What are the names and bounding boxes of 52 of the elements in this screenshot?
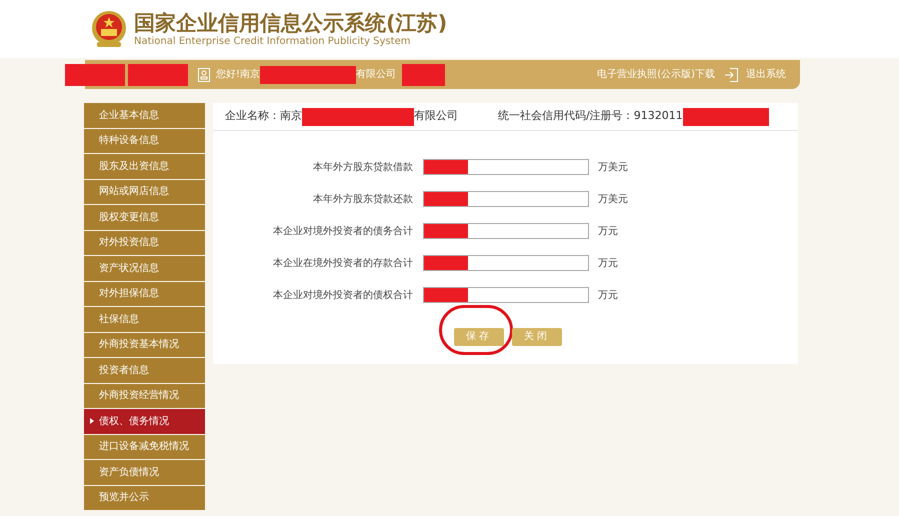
redaction-block bbox=[65, 64, 125, 86]
sidebar-item[interactable]: 社保信息 bbox=[84, 307, 205, 332]
redaction-block bbox=[424, 160, 468, 174]
sidebar-item[interactable]: 网站或网店信息 bbox=[84, 180, 205, 204]
redaction-block bbox=[424, 288, 468, 302]
sidebar-item[interactable]: 企业基本信息 bbox=[84, 103, 205, 128]
sidebar-item[interactable]: 股东及出资信息 bbox=[84, 154, 205, 178]
field-label: 本企业在境外投资者的存款合计 bbox=[272, 256, 414, 270]
unit-label: 万元 bbox=[598, 256, 618, 270]
unit-label: 万元 bbox=[598, 224, 618, 238]
redaction-block bbox=[128, 64, 188, 86]
input-field[interactable] bbox=[423, 191, 589, 207]
company-name: 企业名称：南京 bbox=[225, 108, 302, 124]
emblem-icon bbox=[90, 9, 128, 49]
unit-label: 万元 bbox=[598, 288, 618, 302]
logout-link[interactable]: 退出系统 bbox=[746, 67, 786, 82]
sidebar-item[interactable]: 债权、债务情况 bbox=[84, 409, 205, 434]
company-name: 有限公司 bbox=[414, 108, 458, 124]
redaction-block bbox=[424, 192, 468, 206]
sidebar-item[interactable]: 外商投资经营情况 bbox=[84, 384, 205, 408]
credit-code: 统一社会信用代码/注册号：9132011 bbox=[498, 108, 683, 124]
sidebar-item[interactable]: 进口设备减免税情况 bbox=[84, 434, 205, 459]
field-label: 本企业对境外投资者的债权合计 bbox=[272, 288, 414, 302]
redaction-block bbox=[424, 256, 468, 270]
sidebar-item[interactable]: 对外投资信息 bbox=[84, 230, 205, 255]
input-field[interactable] bbox=[423, 223, 589, 239]
sidebar-item[interactable]: 预览并公示 bbox=[84, 486, 205, 510]
input-field[interactable] bbox=[423, 287, 589, 303]
sidebar-item[interactable]: 资产负债情况 bbox=[84, 460, 205, 484]
field-label: 本企业对境外投资者的债务合计 bbox=[272, 224, 414, 238]
input-field[interactable] bbox=[423, 159, 589, 175]
greeting-text: 有限公司 bbox=[356, 68, 396, 82]
sidebar-item[interactable]: 外商投资基本情况 bbox=[84, 332, 205, 357]
sidebar-item[interactable]: 投资者信息 bbox=[84, 358, 205, 382]
field-label: 本年外方股东贷款还款 bbox=[312, 192, 414, 206]
site-title: 国家企业信用信息公示系统(江苏) bbox=[134, 10, 448, 36]
sidebar-item[interactable]: 资产状况信息 bbox=[84, 256, 205, 280]
sidebar-item[interactable]: 特种设备信息 bbox=[84, 128, 205, 153]
sidebar-item[interactable]: 对外担保信息 bbox=[84, 282, 205, 306]
input-field[interactable] bbox=[423, 255, 589, 271]
redaction-block bbox=[402, 64, 446, 86]
greeting-text: 您好!南京 bbox=[216, 68, 260, 82]
unit-label: 万美元 bbox=[598, 192, 628, 206]
user-icon bbox=[198, 68, 210, 82]
field-label: 本年外方股东贷款借款 bbox=[312, 160, 414, 174]
redaction-block bbox=[424, 224, 468, 238]
form-button[interactable]: 保存 bbox=[454, 328, 504, 346]
download-link[interactable]: 电子营业执照(公示版)下载 bbox=[597, 67, 715, 82]
site-subtitle: National Enterprise Credit Information Publicity System bbox=[134, 36, 412, 48]
unit-label: 万美元 bbox=[598, 160, 628, 174]
sidebar-item[interactable]: 股权变更信息 bbox=[84, 205, 205, 230]
form-button[interactable]: 关闭 bbox=[512, 328, 562, 346]
